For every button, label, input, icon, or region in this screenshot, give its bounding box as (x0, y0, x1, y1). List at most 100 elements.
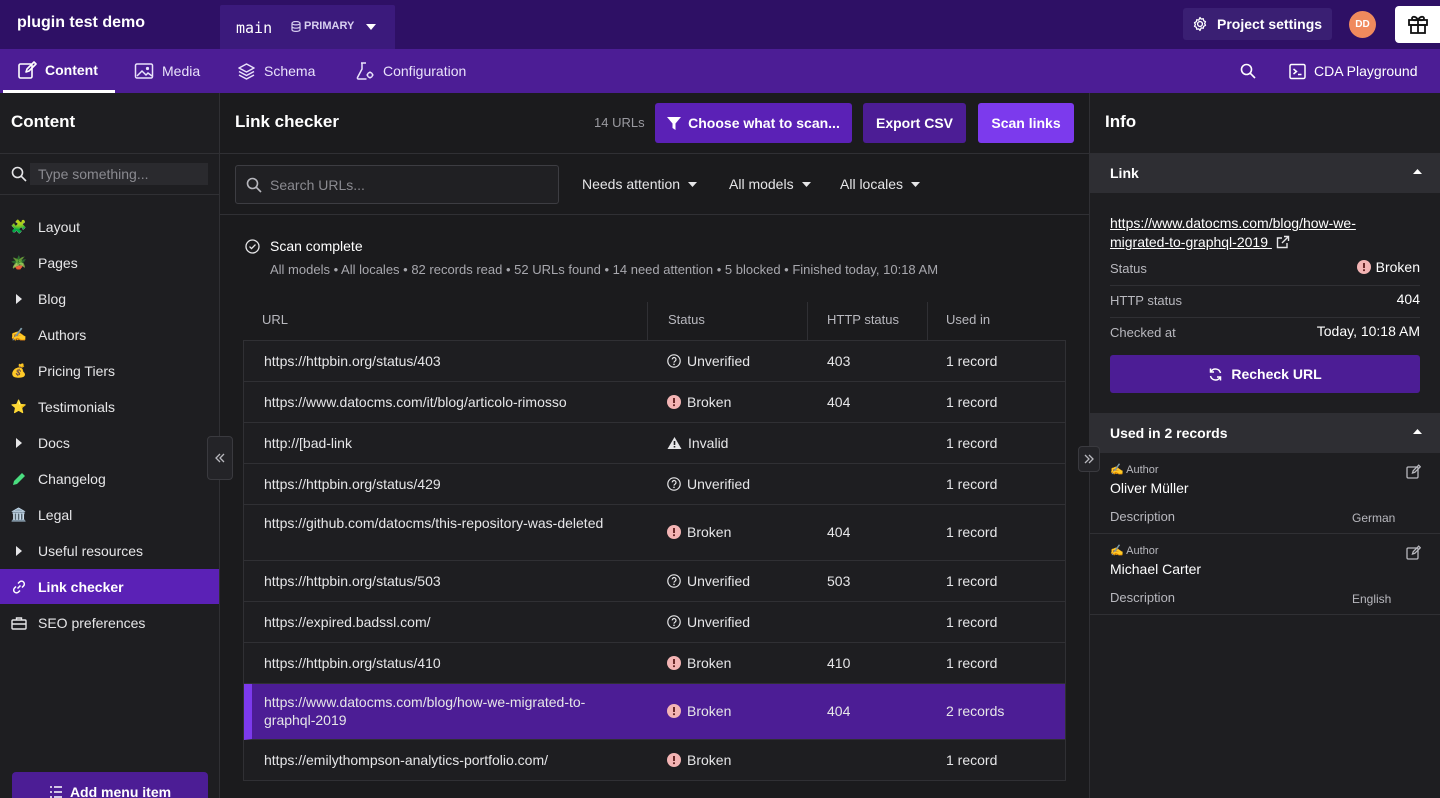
record-locale: English (1352, 592, 1392, 606)
row-status-label: Unverified (687, 573, 751, 589)
status-value-text: Broken (1375, 259, 1420, 275)
models-filter-label: All models (729, 176, 794, 192)
sidebar-item-label: Layout (38, 218, 81, 235)
record-field: Description (1110, 590, 1176, 605)
row-status-label: Broken (687, 703, 732, 719)
link-url[interactable]: https://www.datocms.com/blog/how-we-migr… (1110, 214, 1400, 252)
question-circle-icon (667, 615, 681, 629)
table-row[interactable]: https://httpbin.org/status/429 Unverified… (244, 464, 1065, 505)
scan-links-button[interactable]: Scan links (978, 103, 1074, 143)
sidebar-item-label: Pricing Tiers (38, 362, 116, 379)
alert-circle-icon (1356, 260, 1371, 274)
sidebar-item-legal[interactable]: 🏛️ Legal (0, 497, 219, 532)
check-circle-icon (245, 238, 260, 254)
collapse-sidebar-button[interactable] (207, 436, 233, 480)
environment-name: main (236, 19, 273, 37)
chevron-up-icon (1413, 429, 1422, 434)
table-row[interactable]: http://[bad-link Invalid 1 record (244, 423, 1065, 464)
sidebar-item-blog[interactable]: Blog (0, 281, 219, 316)
cda-playground-link[interactable]: CDA Playground (1289, 49, 1418, 93)
sidebar-item-testimonials[interactable]: ⭐ Testimonials (0, 389, 219, 424)
plant-icon: 🪴 (10, 254, 28, 270)
main-panel: Link checker 14 URLs Choose what to scan… (220, 93, 1089, 798)
gift-button[interactable] (1395, 6, 1440, 43)
link-section-header[interactable]: Link (1090, 153, 1440, 193)
edit-icon[interactable] (1406, 545, 1421, 560)
edit-icon[interactable] (1406, 464, 1421, 479)
environment-switcher[interactable]: main PRIMARY (220, 5, 395, 49)
models-filter[interactable]: All models (729, 176, 811, 192)
row-http-status: 404 (827, 394, 851, 410)
record-model: ✍️ Author (1110, 545, 1159, 557)
flask-icon (356, 62, 374, 80)
row-status-label: Unverified (687, 353, 751, 369)
tab-schema[interactable]: Schema (237, 49, 315, 93)
sidebar-item-changelog[interactable]: Changelog (0, 461, 219, 496)
row-status: Broken (667, 524, 731, 540)
sidebar-item-pricing-tiers[interactable]: 💰 Pricing Tiers (0, 353, 219, 388)
chevron-down-icon (366, 24, 376, 30)
table-row[interactable]: https://www.datocms.com/blog/how-we-migr… (244, 684, 1065, 740)
sidebar-item-layout[interactable]: 🧩 Layout (0, 209, 219, 244)
choose-what-to-scan-button[interactable]: Choose what to scan... (655, 103, 852, 143)
table-row[interactable]: https://www.datocms.com/it/blog/articolo… (244, 382, 1065, 423)
classical-building-icon: 🏛️ (10, 506, 28, 522)
chevron-down-icon (911, 181, 921, 187)
table-row[interactable]: https://github.com/datocms/this-reposito… (244, 505, 1065, 561)
expand-panel-button[interactable] (1078, 446, 1100, 472)
double-chevron-left-icon (215, 453, 225, 463)
add-menu-item-button[interactable]: Add menu item (12, 772, 208, 798)
sidebar-item-label: Authors (38, 326, 87, 343)
column-http-status[interactable]: HTTP status (827, 300, 899, 340)
tab-content[interactable]: Content (3, 49, 115, 93)
project-settings-button[interactable]: Project settings (1183, 8, 1333, 40)
cda-playground-label: CDA Playground (1314, 63, 1418, 79)
export-csv-button[interactable]: Export CSV (863, 103, 966, 143)
avatar[interactable]: DD (1349, 11, 1376, 38)
used-in-section-header[interactable]: Used in 2 records (1090, 413, 1440, 453)
checked-at-value: Today, 10:18 AM (1316, 323, 1420, 339)
locales-filter[interactable]: All locales (840, 176, 921, 192)
used-in-section-title: Used in 2 records (1110, 425, 1228, 441)
table-header: URL Status HTTP status Used in (243, 300, 1066, 340)
url-search-input[interactable] (270, 174, 550, 196)
sidebar-search-input[interactable] (30, 163, 208, 185)
nav-bar: Content Media Schema Configuration CDA P… (0, 49, 1440, 93)
tab-configuration-label: Configuration (383, 63, 467, 79)
sidebar-item-authors[interactable]: ✍️ Authors (0, 317, 219, 352)
global-search-button[interactable] (1240, 49, 1256, 93)
row-used-in: 1 record (946, 524, 998, 540)
locales-filter-label: All locales (840, 176, 904, 192)
row-status-label: Broken (687, 655, 732, 671)
chevron-down-icon (688, 181, 698, 187)
sidebar-item-link-checker[interactable]: Link checker (0, 569, 219, 604)
table-row[interactable]: https://emilythompson-analytics-portfoli… (244, 740, 1065, 781)
column-divider (927, 302, 928, 340)
table-row[interactable]: https://expired.badssl.com/Unverified 1 r… (244, 602, 1065, 643)
recheck-url-label: Recheck URL (1231, 366, 1322, 382)
tab-configuration[interactable]: Configuration (355, 49, 466, 93)
column-used-in[interactable]: Used in (946, 300, 990, 340)
sidebar-item-pages[interactable]: 🪴 Pages (0, 245, 219, 280)
row-status-label: Broken (687, 394, 732, 410)
sidebar-item-useful-resources[interactable]: Useful resources (0, 533, 219, 568)
recheck-url-button[interactable]: Recheck URL (1110, 355, 1420, 393)
column-status[interactable]: Status (668, 300, 705, 340)
sidebar-item-seo-preferences[interactable]: SEO preferences (0, 605, 219, 640)
attention-filter-label: Needs attention (582, 176, 681, 192)
record-item[interactable]: ✍️ Author Michael Carter Description Eng… (1090, 535, 1440, 615)
sidebar-item-docs[interactable]: Docs (0, 425, 219, 460)
http-status-value: 404 (1396, 291, 1420, 307)
search-icon (246, 177, 262, 193)
row-status: Unverified (667, 353, 750, 369)
sidebar-item-label: Docs (38, 434, 70, 451)
row-url: https://github.com/datocms/this-reposito… (264, 515, 604, 531)
table-row[interactable]: https://httpbin.org/status/410 Broken 410 1… (244, 643, 1065, 684)
toolbox-icon (0, 616, 38, 630)
record-item[interactable]: ✍️ Author Oliver Müller Description Germ… (1090, 454, 1440, 534)
tab-media[interactable]: Media (134, 49, 200, 93)
table-row[interactable]: https://httpbin.org/status/503 Unverified… (244, 561, 1065, 602)
column-url[interactable]: URL (262, 300, 288, 340)
table-row[interactable]: https://httpbin.org/status/403 Unverified… (244, 341, 1065, 382)
attention-filter[interactable]: Needs attention (582, 176, 698, 192)
